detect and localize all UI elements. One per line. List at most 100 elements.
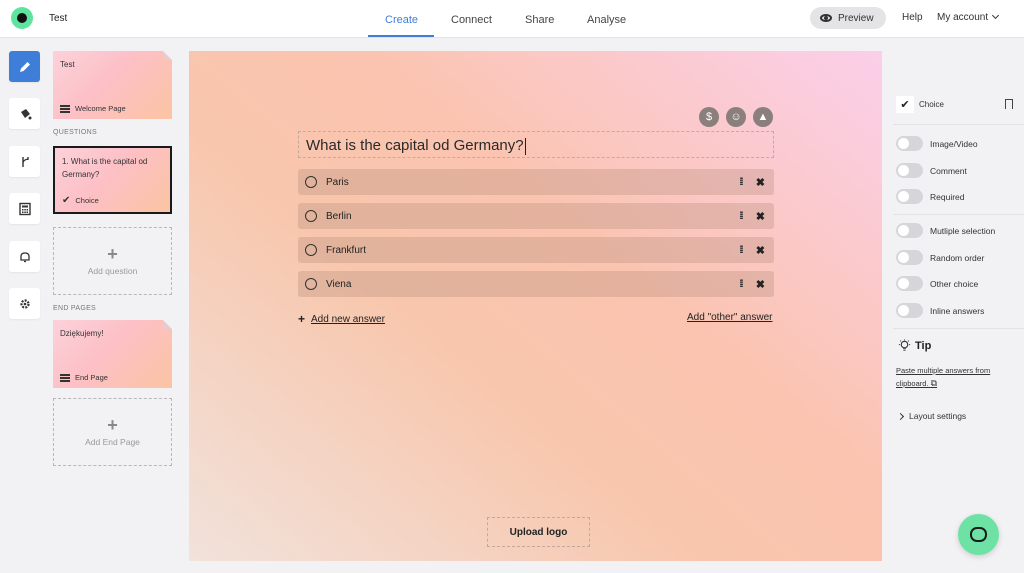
gear-icon [19, 298, 30, 309]
questions-section-label: QUESTIONS [53, 129, 97, 136]
toggle-image-video[interactable]: Image/Video [896, 136, 978, 151]
dollar-icon[interactable]: $ [699, 107, 719, 127]
help-link[interactable]: Help [902, 12, 923, 23]
close-icon[interactable]: ✖ [756, 278, 765, 291]
toggle-comment[interactable]: Comment [896, 163, 967, 178]
add-end-page-label: Add End Page [85, 437, 140, 447]
drag-handle-icon[interactable]: ⁞⁞ [739, 245, 743, 256]
answer-row[interactable]: Viena ⁞⁞ ✖ [298, 271, 774, 297]
rail-edit-button[interactable] [9, 51, 40, 82]
chat-support-button[interactable] [958, 514, 999, 555]
add-end-page-button[interactable]: + Add End Page [53, 398, 172, 466]
radio-icon [305, 278, 317, 290]
answer-text[interactable]: Berlin [326, 211, 739, 222]
drag-handle-icon[interactable]: ⁞⁞ [739, 279, 743, 290]
toggle-random-order[interactable]: Random order [896, 250, 984, 265]
plus-icon: + [107, 415, 118, 435]
rail-logic-button[interactable] [9, 146, 40, 177]
rail-settings-button[interactable] [9, 288, 40, 319]
toggle-switch[interactable] [896, 189, 923, 204]
drag-handle-icon[interactable]: ⁞⁞ [739, 211, 743, 222]
toggle-label: Image/Video [930, 138, 978, 149]
add-question-label: Add question [87, 266, 138, 276]
account-menu[interactable]: My account [937, 11, 1000, 23]
toggle-switch[interactable] [896, 303, 923, 318]
end-page-card[interactable]: Dziękujemy! End Page [53, 320, 172, 388]
end-page-type: End Page [75, 373, 108, 382]
add-new-answer-label: Add new answer [311, 313, 385, 325]
tab-create[interactable]: Create [385, 14, 418, 26]
add-question-button[interactable]: + Add question [53, 227, 172, 295]
toggle-label: Mutliple selection [930, 225, 996, 236]
lightbulb-icon [898, 339, 911, 351]
toggle-required[interactable]: Required [896, 189, 965, 204]
question-type-label: Choice [919, 100, 944, 109]
close-icon[interactable]: ✖ [756, 244, 765, 257]
preview-button[interactable]: Preview [810, 7, 886, 29]
toggle-other-choice[interactable]: Other choice [896, 276, 978, 291]
tip-heading: Tip [898, 339, 931, 352]
app-title: Test [49, 13, 68, 24]
logo[interactable] [11, 7, 33, 29]
branch-icon [21, 156, 29, 167]
image-icon[interactable]: ▲ [753, 107, 773, 127]
toggle-label: Comment [930, 165, 967, 176]
end-page-icon [60, 373, 70, 382]
close-icon[interactable]: ✖ [756, 176, 765, 189]
tip-paste-link[interactable]: Paste multiple answers from clipboard. ⧉ [896, 365, 1020, 390]
toggle-switch[interactable] [896, 276, 923, 291]
question-input[interactable]: What is the capital od Germany? [298, 131, 774, 158]
smile-icon[interactable]: ☺ [726, 107, 746, 127]
pencil-icon [19, 61, 30, 72]
add-new-answer-button[interactable]: + Add new answer [298, 312, 385, 326]
question-card-title: 1. What is the capital od Germany? [62, 157, 148, 179]
tab-connect[interactable]: Connect [451, 14, 492, 26]
add-other-answer-link[interactable]: Add "other" answer [687, 312, 772, 323]
eye-icon [820, 14, 832, 22]
bookmark-icon[interactable] [1005, 99, 1013, 109]
rail-notifications-button[interactable] [9, 241, 40, 272]
toggle-switch[interactable] [896, 223, 923, 238]
layout-settings-label: Layout settings [909, 411, 967, 421]
toggle-multiple-selection[interactable]: Mutliple selection [896, 223, 995, 238]
question-card[interactable]: 1. What is the capital od Germany? ✔ Cho… [53, 146, 172, 214]
end-page-meta: End Page [60, 373, 108, 382]
toggle-switch[interactable] [896, 163, 923, 178]
toggle-switch[interactable] [896, 250, 923, 265]
answer-row[interactable]: Frankfurt ⁞⁞ ✖ [298, 237, 774, 263]
toggle-switch[interactable] [896, 136, 923, 151]
tab-share[interactable]: Share [525, 14, 554, 26]
answer-text[interactable]: Frankfurt [326, 245, 739, 256]
editor-canvas [189, 51, 882, 561]
check-icon: ✔ [62, 195, 71, 206]
paint-bucket-icon [20, 108, 31, 119]
plus-icon: + [107, 244, 118, 264]
answer-row[interactable]: Paris ⁞⁞ ✖ [298, 169, 774, 195]
chevron-down-icon [992, 11, 1000, 20]
welcome-page-title: Test [60, 60, 75, 69]
tab-analyse[interactable]: Analyse [587, 14, 626, 26]
close-icon[interactable]: ✖ [756, 210, 765, 223]
answer-row[interactable]: Berlin ⁞⁞ ✖ [298, 203, 774, 229]
welcome-page-meta: Welcome Page [60, 104, 126, 113]
toggle-label: Other choice [930, 278, 979, 289]
question-text: What is the capital od Germany? [306, 137, 524, 154]
layout-settings-toggle[interactable]: Layout settings [896, 411, 967, 421]
question-card-type: Choice [75, 196, 99, 205]
rail-design-button[interactable] [9, 98, 40, 129]
radio-icon [305, 210, 317, 222]
toggle-inline-answers[interactable]: Inline answers [896, 303, 984, 318]
upload-logo-button[interactable]: Upload logo [487, 517, 590, 547]
question-type-selector[interactable]: ✔ Choice [896, 96, 1017, 113]
answer-text[interactable]: Paris [326, 177, 739, 188]
chevron-right-icon [896, 412, 905, 420]
toggle-label: Required [930, 191, 965, 202]
answer-text[interactable]: Viena [326, 279, 739, 290]
drag-handle-icon[interactable]: ⁞⁞ [739, 177, 743, 188]
toggle-label: Inline answers [930, 305, 985, 316]
tip-title: Tip [915, 339, 932, 352]
rail-calculator-button[interactable] [9, 193, 40, 224]
welcome-page-card[interactable]: Test Welcome Page [53, 51, 172, 119]
tip-text: Paste multiple answers from clipboard. [896, 366, 991, 388]
toggle-label: Random order [930, 252, 985, 263]
